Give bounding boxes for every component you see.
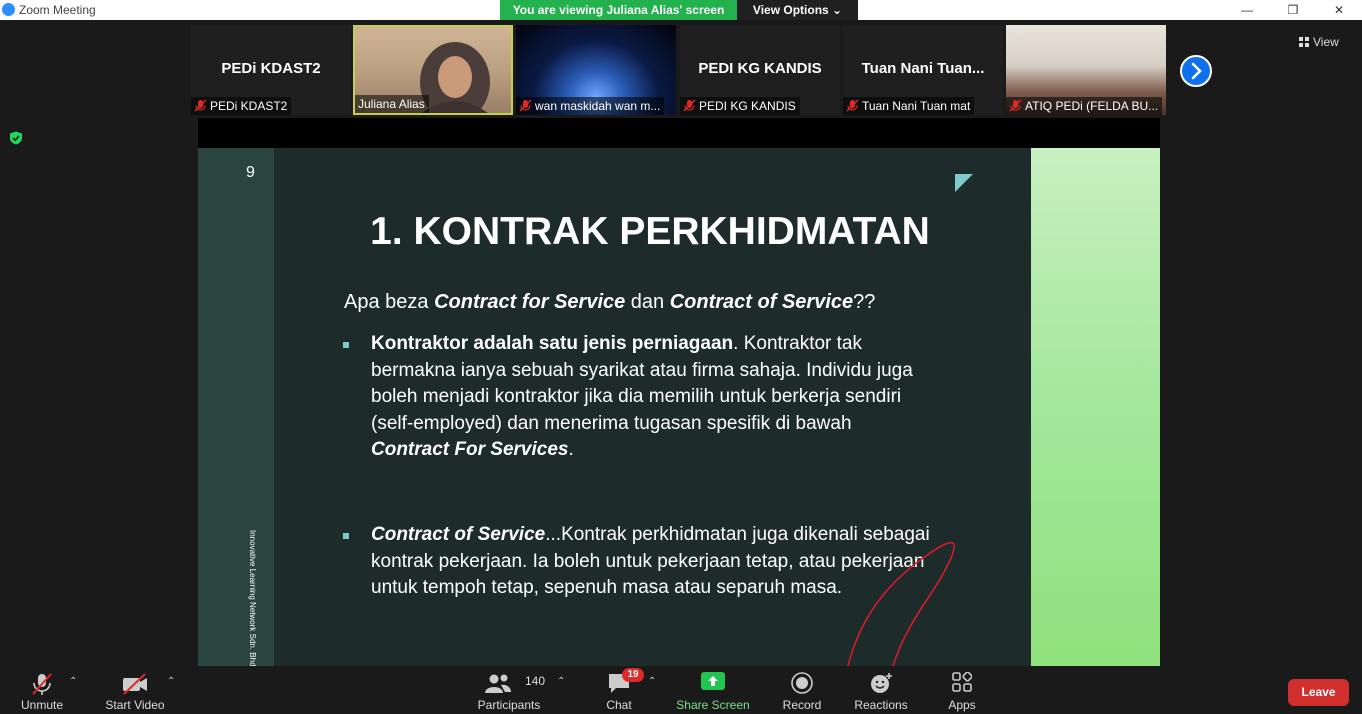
- participant-tile-active[interactable]: Juliana Alias: [353, 25, 513, 115]
- unmute-button[interactable]: Unmute: [12, 666, 72, 714]
- record-icon: [791, 672, 813, 694]
- maximize-button[interactable]: ❐: [1270, 0, 1316, 20]
- window-title: Zoom Meeting: [19, 3, 96, 17]
- shield-check-icon[interactable]: [9, 131, 23, 145]
- audio-options-caret[interactable]: ⌃: [69, 676, 77, 687]
- participant-name: PEDI KG KANDIS: [699, 99, 796, 113]
- participant-name: Tuan Nani Tuan mat: [862, 99, 971, 113]
- share-screen-button[interactable]: Share Screen: [676, 666, 750, 714]
- participant-name: wan maskidah wan m...: [535, 99, 661, 113]
- intro-term-2: Contract of Service: [669, 291, 854, 313]
- view-button-label: View: [1313, 35, 1339, 49]
- view-options-button[interactable]: View Options ⌄: [737, 0, 858, 20]
- participant-name-bar: Tuan Nani Tuan mat: [843, 97, 975, 115]
- participant-display-name: Tuan Nani Tuan...: [861, 60, 985, 77]
- participants-options-caret[interactable]: ⌃: [557, 676, 565, 687]
- slide-intro: Apa beza Contract for Service dan Contra…: [344, 291, 875, 314]
- mic-muted-icon: [846, 99, 859, 112]
- slide-page-number: 9: [246, 164, 255, 181]
- chat-label: Chat: [606, 698, 632, 712]
- slide-right-band: [1031, 148, 1160, 666]
- share-screen-icon: [701, 672, 725, 690]
- slide-heading: 1. KONTRAK PERKHIDMATAN: [370, 210, 930, 253]
- meeting-toolbar: Unmute ⌃ Start Video ⌃ Participants 140 …: [0, 666, 1362, 714]
- reactions-button[interactable]: Reactions: [846, 666, 916, 714]
- title-bar: Zoom Meeting You are viewing Juliana Ali…: [0, 0, 1362, 20]
- record-button[interactable]: Record: [772, 666, 832, 714]
- grid-view-icon: [1299, 37, 1309, 47]
- participant-tile[interactable]: wan maskidah wan m...: [516, 25, 676, 115]
- reactions-label: Reactions: [854, 698, 908, 712]
- chat-unread-badge: 19: [622, 668, 644, 682]
- intro-suffix: ??: [853, 291, 876, 313]
- participant-display-name: PEDI KG KANDIS: [698, 60, 822, 77]
- participants-label: Participants: [477, 698, 541, 712]
- bullet-paragraph-1: Kontraktor adalah satu jenis perniagaan.…: [371, 331, 931, 464]
- close-button[interactable]: ✕: [1316, 0, 1362, 20]
- chevron-right-icon: [1191, 62, 1202, 80]
- shared-screen-slide: 9 Innovative Learning Network Sdn. Bhd. …: [198, 148, 1160, 666]
- mic-muted-icon: [32, 673, 52, 695]
- view-button[interactable]: View: [1299, 32, 1354, 52]
- intro-term-1: Contract for Service: [434, 291, 626, 313]
- next-page-button[interactable]: [1180, 55, 1212, 87]
- mic-muted-icon: [683, 99, 696, 112]
- participants-count: 140: [525, 674, 546, 688]
- participant-name-bar: wan maskidah wan m...: [516, 97, 665, 115]
- mic-muted-icon: [1009, 99, 1022, 112]
- participant-name: PEDi KDAST2: [210, 99, 288, 113]
- bullet-marker: [343, 533, 349, 539]
- bullet2-term: Contract of Service: [371, 524, 546, 545]
- intro-prefix: Apa beza: [344, 291, 435, 313]
- slide-vertical-footer: Innovative Learning Network Sdn. Bhd.: [248, 530, 257, 666]
- participant-name-bar: ATIQ PEDi (FELDA BU...: [1006, 97, 1163, 115]
- unmute-label: Unmute: [20, 698, 64, 712]
- record-label: Record: [782, 698, 822, 712]
- viewing-screen-banner: You are viewing Juliana Alias' screen: [500, 0, 737, 20]
- mic-muted-icon: [519, 99, 532, 112]
- minimize-button[interactable]: —: [1224, 0, 1270, 20]
- participant-tile[interactable]: ATIQ PEDi (FELDA BU...: [1006, 25, 1166, 115]
- bullet-paragraph-2: Contract of Service...Kontrak perkhidmat…: [371, 522, 931, 602]
- video-off-icon: [123, 673, 147, 695]
- participant-display-name: PEDi KDAST2: [221, 60, 321, 77]
- participant-name: ATIQ PEDi (FELDA BU...: [1025, 99, 1159, 113]
- apps-label: Apps: [948, 698, 976, 712]
- participant-tile[interactable]: PEDi KDAST2 PEDi KDAST2: [191, 25, 351, 115]
- start-video-label: Start Video: [105, 698, 165, 712]
- mic-muted-icon: [194, 99, 207, 112]
- participant-tile[interactable]: Tuan Nani Tuan... Tuan Nani Tuan mat: [843, 25, 1003, 115]
- reactions-icon: [871, 673, 892, 693]
- bullet1-term: Contract For Services: [371, 439, 569, 460]
- bullet1-bold: Kontraktor adalah satu jenis perniagaan: [371, 333, 734, 354]
- participants-icon: [485, 674, 512, 693]
- apps-button[interactable]: Apps: [937, 666, 987, 714]
- participant-name-bar: PEDi KDAST2: [191, 97, 292, 115]
- participant-name: Juliana Alias: [358, 97, 425, 111]
- participant-name-bar: PEDI KG KANDIS: [680, 97, 800, 115]
- bullet1-end: .: [568, 439, 574, 460]
- slide-left-band: [198, 148, 274, 666]
- chat-options-caret[interactable]: ⌃: [648, 676, 656, 687]
- video-options-caret[interactable]: ⌃: [167, 676, 175, 687]
- bullet-marker: [343, 342, 349, 348]
- zoom-logo-icon: [2, 3, 15, 16]
- leave-button[interactable]: Leave: [1288, 679, 1349, 706]
- slide-corner-triangle: [955, 174, 973, 192]
- shared-screen-top-bar: [198, 118, 1160, 148]
- intro-mid: dan: [625, 291, 670, 313]
- apps-icon: [952, 672, 972, 692]
- start-video-button[interactable]: Start Video: [100, 666, 170, 714]
- participant-name-bar: Juliana Alias: [355, 95, 429, 113]
- share-screen-label: Share Screen: [676, 698, 750, 712]
- participant-tile[interactable]: PEDI KG KANDIS PEDI KG KANDIS: [680, 25, 840, 115]
